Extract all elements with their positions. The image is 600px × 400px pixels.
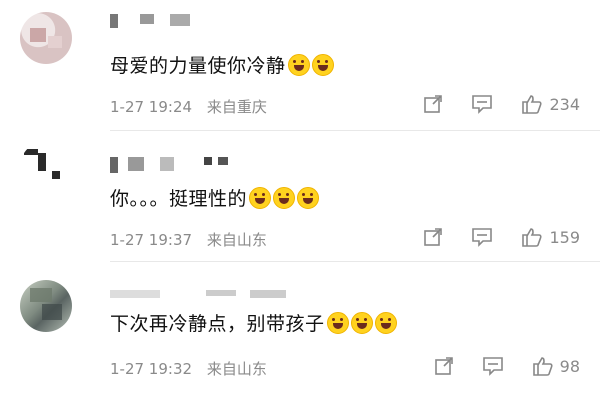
like-count: 234 [549, 94, 580, 114]
share-icon [424, 228, 443, 246]
like-button[interactable]: 234 [521, 94, 580, 114]
comment-item: 下次再冷静点，别带孩子 1-27 19:32 来自山东 98 [0, 262, 600, 400]
username-blurred[interactable] [110, 290, 290, 304]
avatar[interactable] [20, 12, 72, 64]
comment-text: 母爱的力量使你冷静 [110, 54, 334, 78]
thumbs-up-icon [522, 228, 543, 247]
reply-button[interactable] [471, 227, 493, 247]
comment-text-content: 下次再冷静点，别带孩子 [110, 313, 325, 335]
comment-time: 1-27 19:37 [110, 231, 193, 249]
comment-meta: 1-27 19:37 来自山东 [110, 229, 277, 250]
comment-icon [472, 228, 493, 247]
avatar[interactable] [20, 280, 72, 332]
share-icon [434, 357, 453, 375]
comment-icon [482, 357, 503, 376]
comment-location: 来自山东 [206, 231, 267, 249]
laughing-emoji-icon [249, 187, 272, 209]
username-blurred[interactable] [110, 14, 230, 28]
share-icon [424, 95, 443, 113]
laughing-emoji-icon [374, 312, 397, 334]
like-count: 159 [549, 227, 580, 247]
comment-time: 1-27 19:32 [110, 360, 193, 378]
share-button[interactable] [434, 356, 454, 376]
reply-button[interactable] [471, 94, 493, 114]
comment-item: 你。。。挺理性的 1-27 19:37 来自山东 159 [0, 131, 600, 262]
share-button[interactable] [423, 94, 443, 114]
laughing-emoji-icon [350, 312, 373, 334]
comment-location: 来自山东 [206, 360, 267, 378]
comment-actions: 234 [395, 94, 580, 114]
avatar[interactable] [20, 141, 72, 193]
username-blurred[interactable] [110, 157, 250, 173]
share-button[interactable] [423, 227, 443, 247]
reply-button[interactable] [482, 356, 504, 376]
comment-meta: 1-27 19:24 来自重庆 [110, 96, 277, 117]
like-button[interactable]: 159 [521, 227, 580, 247]
comment-location: 来自重庆 [206, 98, 267, 116]
laughing-emoji-icon [326, 312, 349, 334]
like-button[interactable]: 98 [532, 356, 580, 376]
comment-text-content: 母爱的力量使你冷静 [110, 55, 286, 77]
comment-actions: 159 [395, 227, 580, 247]
laughing-emoji-icon [311, 54, 334, 76]
comment-meta: 1-27 19:32 来自山东 [110, 358, 277, 379]
like-count: 98 [559, 356, 580, 376]
comment-text: 你。。。挺理性的 [110, 187, 320, 211]
comment-icon [472, 95, 493, 114]
comment-time: 1-27 19:24 [110, 98, 193, 116]
comment-item: 母爱的力量使你冷静 1-27 19:24 来自重庆 234 [0, 0, 600, 131]
laughing-emoji-icon [273, 187, 296, 209]
comment-text-content: 你。。。挺理性的 [110, 188, 248, 210]
thumbs-up-icon [522, 95, 543, 114]
comment-text: 下次再冷静点，别带孩子 [110, 312, 397, 336]
laughing-emoji-icon [297, 187, 320, 209]
laughing-emoji-icon [287, 54, 310, 76]
thumbs-up-icon [532, 357, 553, 376]
comment-actions: 98 [406, 356, 580, 376]
